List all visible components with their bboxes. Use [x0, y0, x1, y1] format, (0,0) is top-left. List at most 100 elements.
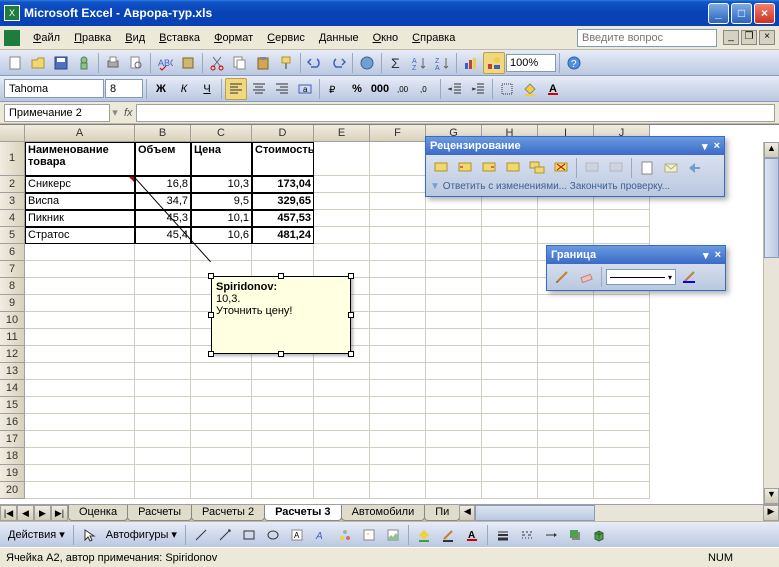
cell-H6[interactable]: [482, 244, 538, 261]
cell-A12[interactable]: [25, 346, 135, 363]
borders-button[interactable]: [496, 78, 518, 100]
cell-G11[interactable]: [426, 329, 482, 346]
cell-A2[interactable]: Сникерс: [25, 176, 135, 193]
new-icon[interactable]: [4, 52, 26, 74]
row-header-12[interactable]: 12: [0, 346, 25, 363]
menu-справка[interactable]: Справка: [405, 30, 462, 46]
cell-G14[interactable]: [426, 380, 482, 397]
cell-E4[interactable]: [314, 210, 370, 227]
cell-H14[interactable]: [482, 380, 538, 397]
row-header-13[interactable]: 13: [0, 363, 25, 380]
cell-I10[interactable]: [538, 312, 594, 329]
increase-decimal-button[interactable]: ,00: [392, 78, 414, 100]
cell-B10[interactable]: [135, 312, 191, 329]
row-header-8[interactable]: 8: [0, 278, 25, 295]
cell-A13[interactable]: [25, 363, 135, 380]
chart-icon[interactable]: [460, 52, 482, 74]
cell-D18[interactable]: [252, 448, 314, 465]
scroll-left-button[interactable]: ◀: [459, 505, 475, 521]
oval-icon[interactable]: [262, 524, 284, 546]
cell-E6[interactable]: [314, 244, 370, 261]
prev-comment-icon[interactable]: [454, 157, 476, 179]
row-header-14[interactable]: 14: [0, 380, 25, 397]
cell-F20[interactable]: [370, 482, 426, 499]
tab-next-button[interactable]: ▶: [34, 505, 51, 521]
horizontal-scrollbar[interactable]: ◀ ▶: [459, 505, 779, 521]
actions-menu[interactable]: Действия ▾: [4, 528, 69, 541]
column-header-F[interactable]: F: [370, 125, 426, 141]
cell-B20[interactable]: [135, 482, 191, 499]
sheet-tab-1[interactable]: Расчеты: [127, 505, 192, 521]
arrow-icon[interactable]: [214, 524, 236, 546]
fill-color-button[interactable]: [519, 78, 541, 100]
cell-C17[interactable]: [191, 431, 252, 448]
row-header-5[interactable]: 5: [0, 227, 25, 244]
sheet-tab-3[interactable]: Расчеты 3: [264, 505, 341, 521]
cell-E3[interactable]: [314, 193, 370, 210]
tab-last-button[interactable]: ▶|: [51, 505, 68, 521]
cell-B9[interactable]: [135, 295, 191, 312]
cell-E5[interactable]: [314, 227, 370, 244]
merge-button[interactable]: a: [294, 78, 316, 100]
cell-H12[interactable]: [482, 346, 538, 363]
cell-J5[interactable]: [594, 227, 650, 244]
sheet-tab-5[interactable]: Пи: [424, 505, 460, 521]
cell-G4[interactable]: [426, 210, 482, 227]
font-size-selector[interactable]: [105, 79, 143, 98]
cell-F13[interactable]: [370, 363, 426, 380]
clipart-icon[interactable]: [358, 524, 380, 546]
cell-D14[interactable]: [252, 380, 314, 397]
erase-border-icon[interactable]: [575, 266, 597, 288]
line-icon[interactable]: [190, 524, 212, 546]
cell-A15[interactable]: [25, 397, 135, 414]
cell-E19[interactable]: [314, 465, 370, 482]
cell-H20[interactable]: [482, 482, 538, 499]
cell-A6[interactable]: [25, 244, 135, 261]
line-style-selector[interactable]: ▾: [606, 269, 676, 285]
menu-вставка[interactable]: Вставка: [152, 30, 207, 46]
align-center-button[interactable]: [248, 78, 270, 100]
decrease-indent-button[interactable]: [444, 78, 466, 100]
zoom-input[interactable]: [506, 54, 556, 72]
cell-A10[interactable]: [25, 312, 135, 329]
maximize-button[interactable]: □: [731, 3, 752, 24]
cell-I4[interactable]: [538, 210, 594, 227]
format-painter-icon[interactable]: [275, 52, 297, 74]
decrease-decimal-button[interactable]: ,0: [415, 78, 437, 100]
cell-B11[interactable]: [135, 329, 191, 346]
cell-B18[interactable]: [135, 448, 191, 465]
cell-J13[interactable]: [594, 363, 650, 380]
save-icon[interactable]: [50, 52, 72, 74]
cell-J17[interactable]: [594, 431, 650, 448]
open-icon[interactable]: [27, 52, 49, 74]
review-toolbar-dropdown[interactable]: ▾: [702, 140, 708, 153]
font-selector[interactable]: [4, 79, 104, 98]
column-header-C[interactable]: C: [191, 125, 252, 141]
delete-ink-icon[interactable]: [605, 157, 627, 179]
dash-style-icon[interactable]: [516, 524, 538, 546]
cell-C20[interactable]: [191, 482, 252, 499]
line-style-icon[interactable]: [492, 524, 514, 546]
cell-A8[interactable]: [25, 278, 135, 295]
cell-E20[interactable]: [314, 482, 370, 499]
cell-D13[interactable]: [252, 363, 314, 380]
cell-E14[interactable]: [314, 380, 370, 397]
menu-файл[interactable]: Файл: [26, 30, 67, 46]
cell-J9[interactable]: [594, 295, 650, 312]
cell-G15[interactable]: [426, 397, 482, 414]
cell-F8[interactable]: [370, 278, 426, 295]
menu-окно[interactable]: Окно: [366, 30, 406, 46]
tab-first-button[interactable]: |◀: [0, 505, 17, 521]
cell-C15[interactable]: [191, 397, 252, 414]
column-header-B[interactable]: B: [135, 125, 191, 141]
row-header-15[interactable]: 15: [0, 397, 25, 414]
cell-H16[interactable]: [482, 414, 538, 431]
cell-B6[interactable]: [135, 244, 191, 261]
cell-H7[interactable]: [482, 261, 538, 278]
cell-D16[interactable]: [252, 414, 314, 431]
cell-A5[interactable]: Стратос: [25, 227, 135, 244]
research-icon[interactable]: [177, 52, 199, 74]
cell-F10[interactable]: [370, 312, 426, 329]
row-header-9[interactable]: 9: [0, 295, 25, 312]
hscroll-thumb[interactable]: [475, 505, 595, 521]
